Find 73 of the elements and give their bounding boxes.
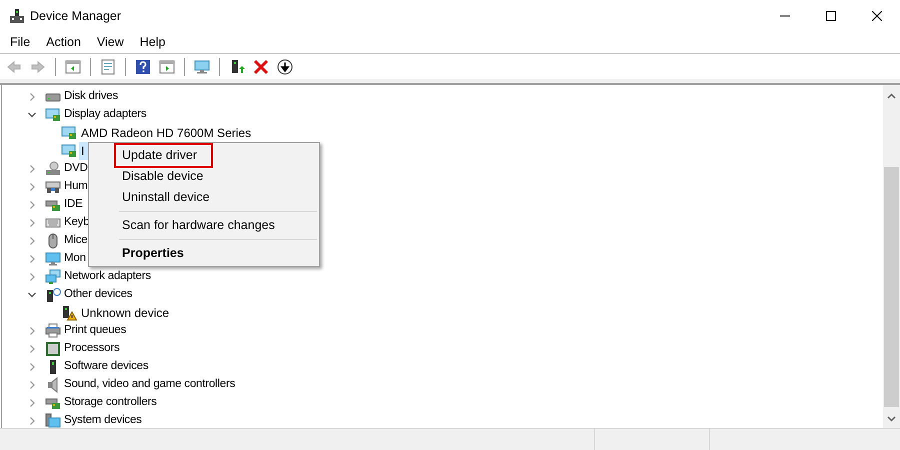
window-title: Device Manager	[30, 8, 122, 25]
menu-item[interactable]: Uninstall device	[89, 187, 319, 208]
menu-item[interactable]: Scan for hardware changes	[89, 215, 319, 236]
help-icon	[135, 59, 151, 75]
chip-icon	[45, 341, 61, 357]
device-label[interactable]: Unknown device	[79, 304, 172, 322]
menu-item[interactable]: Action	[38, 32, 89, 52]
scroll-down-icon[interactable]	[887, 416, 896, 422]
menu-item[interactable]: Help	[132, 32, 174, 52]
category-label[interactable]: Mice	[63, 232, 88, 250]
scroll-up-icon[interactable]	[887, 93, 896, 99]
category-label[interactable]: Processors	[63, 340, 121, 358]
collapse-chevron-icon[interactable]	[27, 290, 37, 300]
menu-item[interactable]: File	[2, 32, 38, 52]
expand-chevron-icon[interactable]	[27, 416, 37, 426]
category-label[interactable]: Sound, video and game controllers	[63, 376, 236, 394]
expand-chevron-icon[interactable]	[27, 254, 37, 264]
down-arrow-circle-icon	[277, 59, 293, 75]
app-icon	[9, 8, 25, 24]
expand-chevron-icon[interactable]	[27, 362, 37, 372]
category-label[interactable]: System devices	[63, 412, 143, 430]
disc-drive-icon	[45, 161, 61, 177]
category-label[interactable]: Mon	[63, 250, 87, 268]
scrollbar-thumb[interactable]	[884, 167, 899, 407]
monitor-card-icon	[61, 125, 77, 141]
device-question-icon	[45, 287, 61, 303]
help-button[interactable]	[133, 57, 153, 77]
category-label[interactable]: DVD	[63, 160, 89, 178]
expand-chevron-icon[interactable]	[27, 218, 37, 228]
expand-chevron-icon[interactable]	[27, 200, 37, 210]
expand-chevron-icon[interactable]	[27, 380, 37, 390]
collapse-chevron-icon[interactable]	[27, 110, 37, 120]
monitor-search-icon	[194, 59, 210, 75]
expand-chevron-icon[interactable]	[27, 326, 37, 336]
device-warning-icon	[61, 305, 77, 321]
maximize-icon	[826, 11, 836, 21]
arrow-left-icon	[6, 59, 22, 75]
expand-chevron-icon[interactable]	[27, 398, 37, 408]
device-up-arrow-icon	[229, 59, 245, 75]
document-window-icon	[100, 59, 116, 75]
monitor-icon	[45, 251, 61, 267]
printer-icon	[45, 323, 61, 339]
category-label[interactable]: Hum	[63, 178, 89, 196]
expand-chevron-icon[interactable]	[27, 236, 37, 246]
computer-folder-icon	[45, 413, 61, 429]
category-label[interactable]: IDE	[63, 196, 84, 214]
category-label[interactable]: Disk drives	[63, 88, 120, 106]
category-label[interactable]: Storage controllers	[63, 394, 158, 412]
arrow-right-icon	[30, 59, 46, 75]
network-icon	[45, 269, 61, 285]
monitor-card-icon	[45, 107, 61, 123]
category-label[interactable]: Software devices	[63, 358, 150, 376]
monitor-card-icon	[61, 143, 77, 159]
menu-item[interactable]: View	[88, 32, 132, 52]
window-play-icon	[159, 59, 175, 75]
window-panel-icon	[65, 59, 81, 75]
category-label[interactable]: Network adapters	[63, 268, 152, 286]
expand-chevron-icon[interactable]	[27, 182, 37, 192]
category-label[interactable]: Display adapters	[63, 106, 148, 124]
category-label[interactable]: Print queues	[63, 322, 128, 340]
menu-item[interactable]: Properties	[89, 243, 319, 264]
expand-chevron-icon[interactable]	[27, 92, 37, 102]
category-label[interactable]: Other devices	[63, 286, 134, 304]
close-icon	[872, 11, 882, 21]
expand-chevron-icon[interactable]	[27, 272, 37, 282]
expand-chevron-icon[interactable]	[27, 344, 37, 354]
delete-x-icon	[253, 59, 269, 75]
controller-icon	[45, 179, 61, 195]
device-label[interactable]: AMD Radeon HD 7600M Series	[79, 124, 254, 142]
scrollbar[interactable]	[883, 85, 900, 428]
toolbar-button[interactable]	[275, 57, 295, 77]
expand-chevron-icon[interactable]	[27, 164, 37, 174]
menu-item[interactable]: Disable device	[89, 166, 319, 187]
